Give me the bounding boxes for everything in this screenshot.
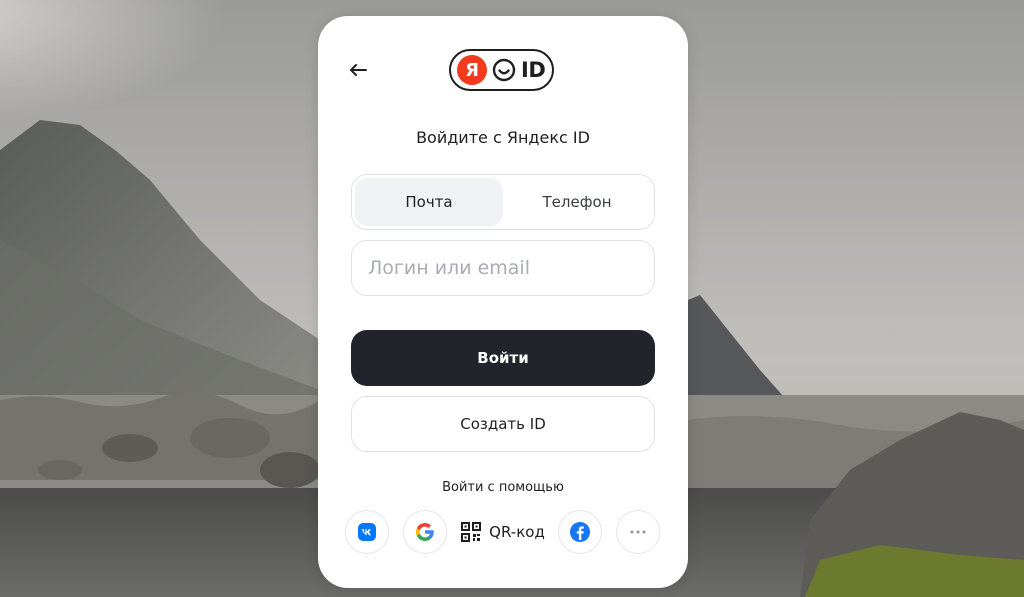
- facebook-icon: [570, 522, 590, 542]
- back-button[interactable]: [342, 56, 374, 84]
- qr-login-label: QR-код: [489, 523, 545, 541]
- smile-icon: [491, 57, 517, 83]
- vk-login-button[interactable]: [345, 510, 389, 554]
- create-id-button[interactable]: Создать ID: [351, 396, 655, 452]
- google-icon: [416, 523, 434, 541]
- login-card: Я ID Войдите с Яндекс ID Почта Телефон В…: [318, 16, 688, 588]
- facebook-login-button[interactable]: [558, 510, 602, 554]
- tab-phone[interactable]: Телефон: [503, 178, 651, 226]
- login-button[interactable]: Войти: [351, 330, 655, 386]
- tab-email[interactable]: Почта: [355, 178, 503, 226]
- qr-code-icon: [461, 522, 482, 542]
- page-title: Войдите с Яндекс ID: [416, 128, 590, 147]
- qr-login-button[interactable]: QR-код: [456, 510, 550, 554]
- more-icon: [630, 530, 646, 534]
- vk-icon: [358, 523, 376, 541]
- more-login-options-button[interactable]: [616, 510, 660, 554]
- social-login-label: Войти с помощью: [442, 480, 564, 495]
- google-login-button[interactable]: [403, 510, 447, 554]
- arrow-left-icon: [350, 64, 367, 76]
- login-input[interactable]: [351, 240, 655, 296]
- yandex-id-logo: Я ID: [449, 49, 554, 91]
- logo-id-text: ID: [521, 58, 546, 82]
- yandex-logo-letter: Я: [457, 55, 487, 85]
- auth-method-tabs: Почта Телефон: [351, 174, 655, 230]
